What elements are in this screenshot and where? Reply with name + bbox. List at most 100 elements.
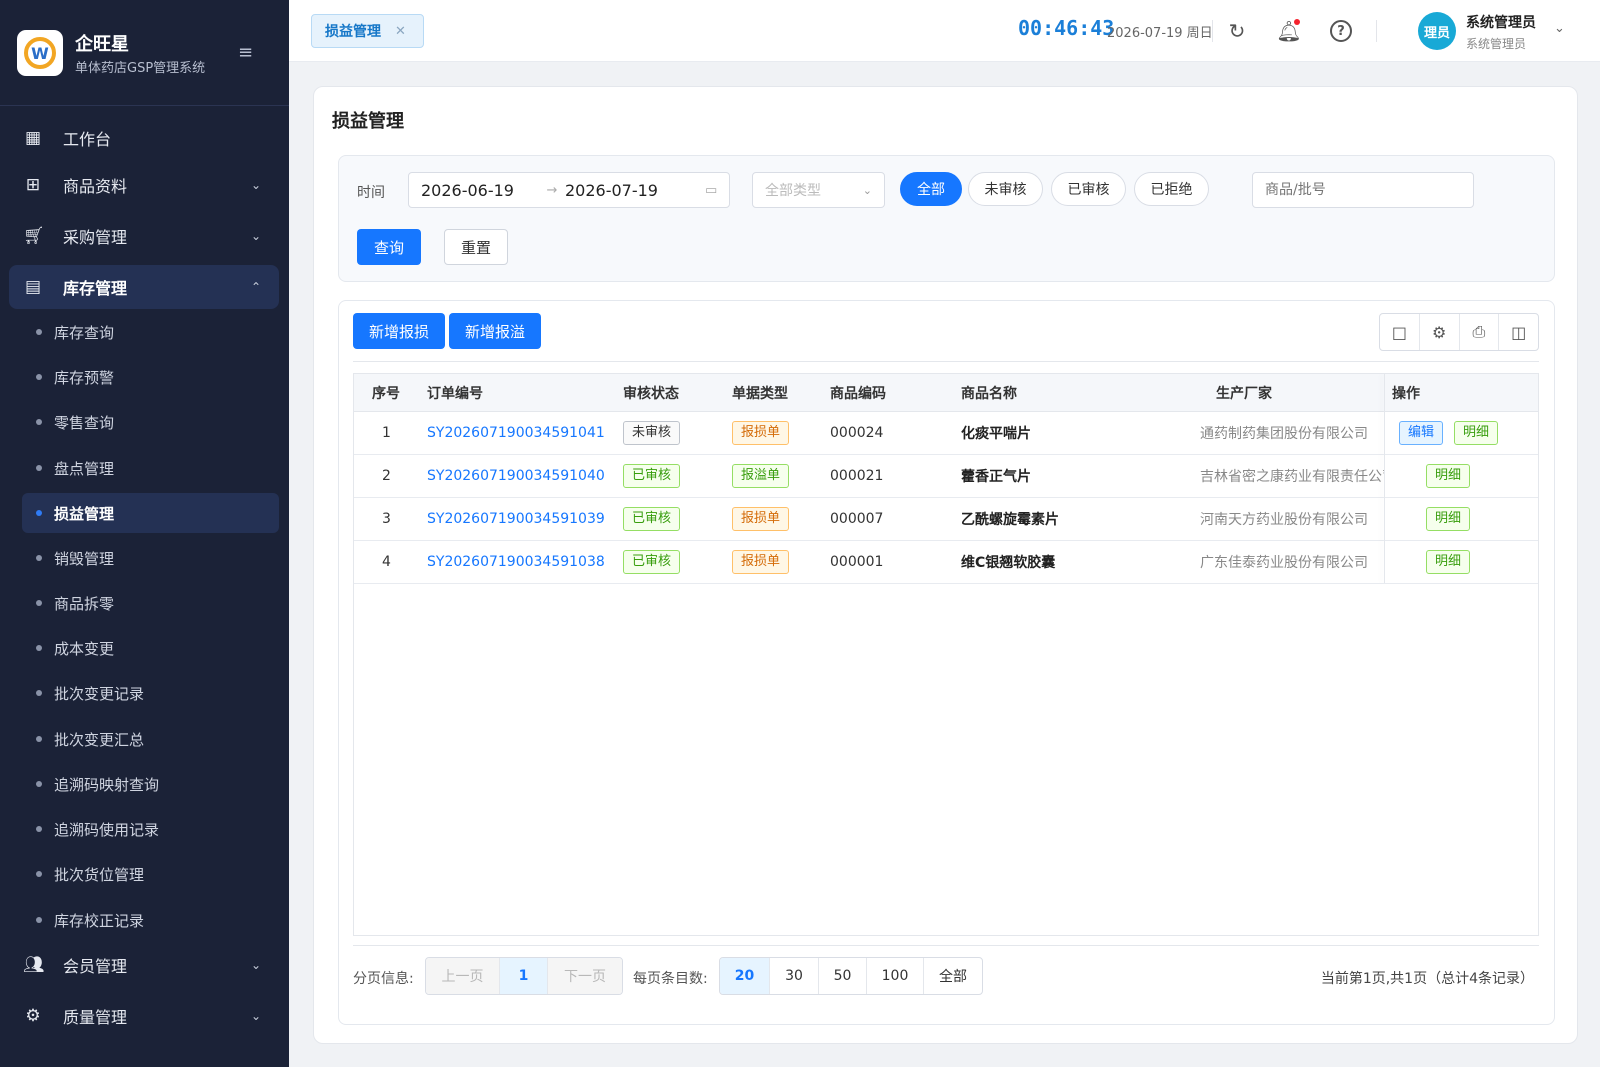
menu-inventory[interactable]: ▤ 库存管理 ⌃: [9, 265, 279, 309]
refresh-icon[interactable]: ↻: [1222, 16, 1252, 46]
submenu-batch-change-summary[interactable]: 批次变更汇总: [22, 719, 279, 759]
data-table: 序号 订单编号 审核状态 单据类型 商品编码 商品名称 生产厂家 操作 1 SY…: [353, 373, 1539, 936]
col-header: 单据类型: [732, 385, 788, 402]
status-badge: 已审核: [623, 550, 681, 574]
collapse-menu-icon[interactable]: ≡: [238, 42, 253, 63]
col-header: 订单编号: [427, 385, 483, 402]
table-row: 4 SY202607190034591038 已审核 报损单 000001 维C…: [354, 541, 1538, 584]
menu-members[interactable]: 👥︎ 会员管理 ⌄: [9, 943, 279, 987]
pagination-label: 分页信息:: [353, 971, 414, 987]
app-subtitle: 单体药店GSP管理系统: [75, 61, 206, 76]
page-size-50[interactable]: 50: [819, 958, 867, 994]
status-all-button[interactable]: 全部: [900, 172, 962, 206]
date-end[interactable]: 2026-07-19: [565, 181, 685, 200]
menu-dashboard[interactable]: ▦ 工作台: [9, 116, 279, 160]
order-link[interactable]: SY202607190034591039: [427, 498, 605, 540]
col-header: 审核状态: [623, 385, 679, 402]
submenu-trace-usage[interactable]: 追溯码使用记录: [22, 809, 279, 849]
page-size-group: 20 30 50 100 全部: [719, 957, 983, 995]
reset-button[interactable]: 重置: [444, 229, 508, 265]
chevron-down-icon: ⌄: [250, 229, 261, 243]
chevron-down-icon[interactable]: ⌄: [1554, 21, 1565, 36]
user-role: 系统管理员: [1466, 37, 1527, 51]
page-nav: 上一页 1 下一页: [425, 957, 623, 995]
status-unreviewed-button[interactable]: 未审核: [968, 172, 1043, 206]
page-title: 损益管理: [332, 111, 404, 132]
date-start[interactable]: 2026-06-19: [421, 181, 539, 200]
menu-products[interactable]: ⊞ 商品资料 ⌄: [9, 163, 279, 207]
submenu-inventory-query[interactable]: 库存查询: [22, 312, 279, 352]
columns-icon[interactable]: ◫: [1499, 314, 1538, 350]
col-header: 操作: [1392, 385, 1420, 402]
submenu-profit-loss[interactable]: 损益管理: [22, 493, 279, 533]
submenu-cost-change[interactable]: 成本变更: [22, 628, 279, 668]
date-range-picker[interactable]: 2026-06-19 → 2026-07-19 ▭: [408, 172, 730, 208]
detail-button[interactable]: 明细: [1454, 421, 1499, 445]
page-size-all[interactable]: 全部: [924, 958, 982, 994]
order-link[interactable]: SY202607190034591041: [427, 412, 605, 454]
brand-header: W 企旺星 单体药店GSP管理系统 ≡: [0, 0, 289, 106]
submenu-batch-location[interactable]: 批次货位管理: [22, 854, 279, 894]
page-size-30[interactable]: 30: [770, 958, 819, 994]
close-icon[interactable]: ✕: [395, 24, 406, 39]
product-icon: ⊞: [25, 175, 41, 195]
chevron-down-icon: ⌄: [250, 1009, 261, 1023]
menu-purchase[interactable]: 🛒︎ 采购管理 ⌄: [9, 214, 279, 258]
user-name[interactable]: 系统管理员: [1466, 12, 1536, 32]
next-page-button[interactable]: 下一页: [548, 958, 622, 994]
gear-icon[interactable]: ⚙: [1420, 314, 1460, 350]
status-badge: 已审核: [623, 464, 681, 488]
main-card: 损益管理 时间 2026-06-19 → 2026-07-19 ▭ 全部类型 ⌄ …: [313, 86, 1578, 1044]
page-1-button[interactable]: 1: [500, 958, 548, 994]
pagination-info: 当前第1页,共1页（总计4条记录）: [1320, 971, 1534, 987]
menu-quality[interactable]: ⚙ 质量管理 ⌄: [9, 994, 279, 1038]
table-row: 3 SY202607190034591039 已审核 报损单 000007 乙酰…: [354, 498, 1538, 541]
type-badge: 报损单: [732, 507, 790, 531]
page-size-100[interactable]: 100: [867, 958, 924, 994]
add-loss-button[interactable]: 新增报损: [353, 313, 445, 349]
submenu-stocktake[interactable]: 盘点管理: [22, 448, 279, 488]
submenu-destroy[interactable]: 销毁管理: [22, 538, 279, 578]
search-input[interactable]: [1252, 172, 1474, 208]
app-logo: W: [17, 30, 63, 76]
edit-button[interactable]: 编辑: [1399, 421, 1444, 445]
table-header: 序号 订单编号 审核状态 单据类型 商品编码 商品名称 生产厂家 操作: [354, 374, 1538, 412]
submenu-split[interactable]: 商品拆零: [22, 583, 279, 623]
type-badge: 报损单: [732, 421, 790, 445]
avatar[interactable]: 理员: [1418, 12, 1456, 50]
help-icon[interactable]: ?: [1326, 16, 1356, 46]
detail-button[interactable]: 明细: [1426, 507, 1471, 531]
submenu-inventory-correction[interactable]: 库存校正记录: [22, 900, 279, 940]
col-header: 生产厂家: [1216, 385, 1272, 402]
order-link[interactable]: SY202607190034591038: [427, 541, 605, 583]
current-date: 2026-07-19 周日: [1107, 26, 1213, 41]
chevron-up-icon: ⌃: [250, 280, 261, 294]
query-button[interactable]: 查询: [357, 229, 421, 265]
print-icon[interactable]: ⎙: [1460, 314, 1500, 350]
page-size-20[interactable]: 20: [720, 958, 770, 994]
order-link[interactable]: SY202607190034591040: [427, 455, 605, 497]
type-select[interactable]: 全部类型 ⌄: [752, 172, 885, 208]
time-label: 时间: [357, 185, 385, 201]
chevron-down-icon: ⌄: [250, 178, 261, 192]
table-row: 2 SY202607190034591040 已审核 报溢单 000021 藿香…: [354, 455, 1538, 498]
status-rejected-button[interactable]: 已拒绝: [1134, 172, 1209, 206]
clock: 00:46:43: [1018, 16, 1115, 40]
arrow-right-icon: →: [546, 182, 558, 198]
bell-icon[interactable]: 🔔︎: [1274, 16, 1304, 46]
add-overflow-button[interactable]: 新增报溢: [449, 313, 541, 349]
detail-button[interactable]: 明细: [1426, 550, 1471, 574]
status-badge: 未审核: [623, 421, 681, 445]
chevron-down-icon: ⌄: [250, 958, 261, 972]
submenu-batch-change-log[interactable]: 批次变更记录: [22, 673, 279, 713]
submenu-trace-map[interactable]: 追溯码映射查询: [22, 764, 279, 804]
submenu-inventory-alert[interactable]: 库存预警: [22, 357, 279, 397]
submenu-retail-query[interactable]: 零售查询: [22, 402, 279, 442]
members-icon: 👥︎: [23, 955, 45, 975]
prev-page-button[interactable]: 上一页: [426, 958, 500, 994]
status-reviewed-button[interactable]: 已审核: [1051, 172, 1126, 206]
tab-profit-loss[interactable]: 损益管理 ✕: [311, 14, 424, 48]
fullscreen-icon[interactable]: □: [1380, 314, 1420, 350]
filter-panel: 时间 2026-06-19 → 2026-07-19 ▭ 全部类型 ⌄ 全部 未审…: [338, 155, 1555, 282]
detail-button[interactable]: 明细: [1426, 464, 1471, 488]
